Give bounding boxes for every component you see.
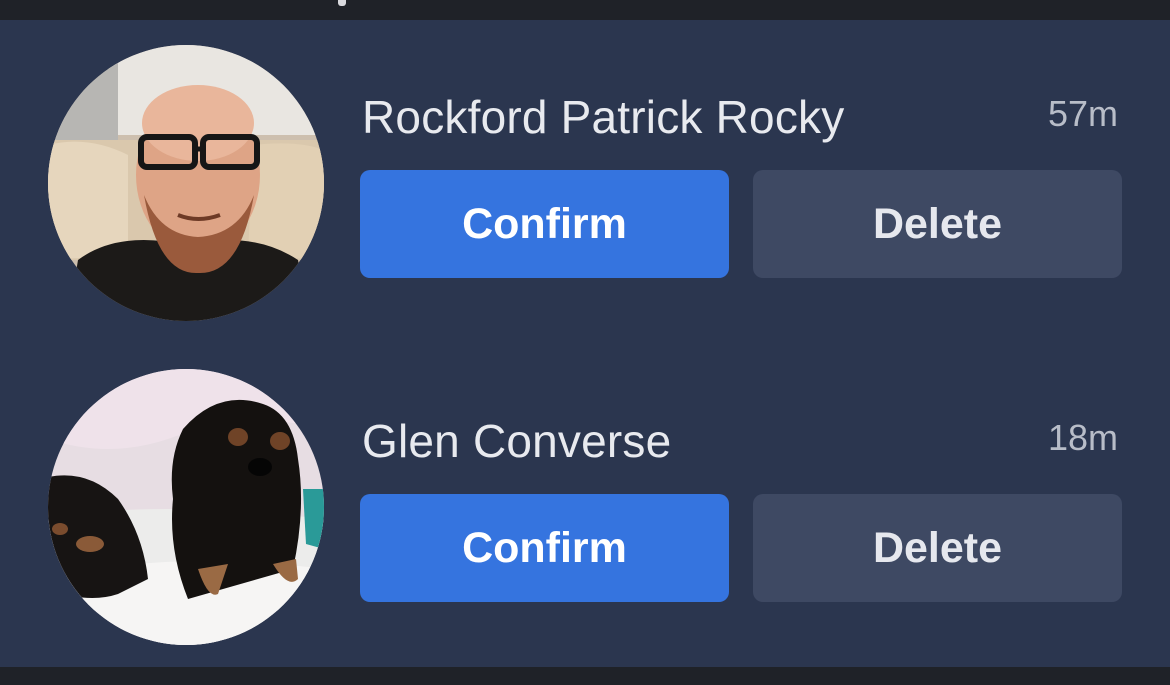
delete-button[interactable]: Delete (753, 494, 1122, 602)
delete-button[interactable]: Delete (753, 170, 1122, 278)
confirm-button[interactable]: Confirm (360, 170, 729, 278)
requester-name[interactable]: Rockford Patrick Rocky (362, 94, 844, 140)
request-time: 18m (1047, 417, 1118, 458)
cut-off-header-glyph (338, 0, 346, 6)
friend-request-item: Rockford Patrick Rocky 57m Confirm Delet… (0, 20, 1170, 321)
bottom-bar (0, 667, 1170, 685)
avatar[interactable] (48, 369, 324, 645)
confirm-button[interactable]: Confirm (360, 494, 729, 602)
request-time: 57m (1047, 93, 1118, 134)
top-bar (0, 0, 1170, 20)
profile-photo-man-glasses-icon (48, 45, 324, 321)
profile-photo-dachshunds-icon (48, 369, 324, 645)
avatar[interactable] (48, 45, 324, 321)
friend-requests-list: Rockford Patrick Rocky 57m Confirm Delet… (0, 20, 1170, 667)
friend-request-item: Glen Converse 18m Confirm Delete (0, 344, 1170, 645)
requester-name[interactable]: Glen Converse (362, 418, 671, 464)
